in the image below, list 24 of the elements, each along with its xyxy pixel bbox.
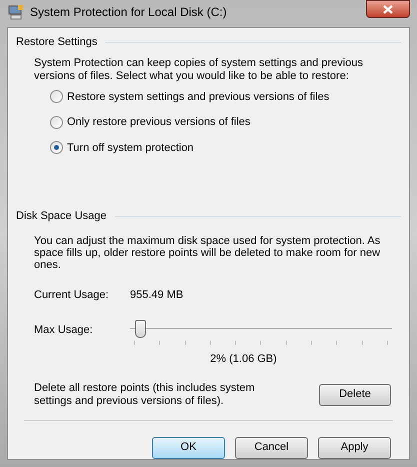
description-text: System Protection can keep copies of system settings and previous versions of files. Select what you would like to be able to restore: xyxy=(34,56,364,82)
radio-button[interactable] xyxy=(50,116,63,129)
max-usage-label: Max Usage: xyxy=(34,323,94,338)
radio-button[interactable] xyxy=(50,141,63,154)
close-icon xyxy=(383,4,393,14)
computer-icon xyxy=(8,4,24,20)
current-usage-value: 955.49 MB xyxy=(130,288,184,302)
close-button[interactable] xyxy=(366,0,410,18)
description-text: You can adjust the maximum disk space used for system protection. As space fills up, older restore points will be deleted to make room for new ones. xyxy=(34,234,382,270)
max-usage-reading: 2% (1.06 GB) xyxy=(210,352,277,367)
radio-option[interactable]: Only restore previous versions of files xyxy=(50,114,401,130)
radio-option[interactable]: Restore system settings and previous versions of files xyxy=(50,88,401,105)
ok-button[interactable]: OK xyxy=(152,436,225,458)
radio-option[interactable]: Turn off system protection xyxy=(50,140,401,156)
group-heading: Disk Space Usage xyxy=(16,209,106,224)
current-usage-label: Current Usage: xyxy=(34,288,110,302)
slider-thumb[interactable] xyxy=(135,320,146,338)
dialog-button[interactable]: Cancel xyxy=(235,436,308,458)
radio-button[interactable] xyxy=(50,90,63,104)
window-title: System Protection for Local Disk (C:) xyxy=(30,4,227,21)
delete-description: Delete all restore points (this includes system settings and previous versions of files). xyxy=(34,382,256,408)
dialog-button[interactable]: Apply xyxy=(318,436,391,458)
group-heading: Restore Settings xyxy=(16,35,98,50)
dialog-button[interactable]: Delete xyxy=(319,384,391,406)
